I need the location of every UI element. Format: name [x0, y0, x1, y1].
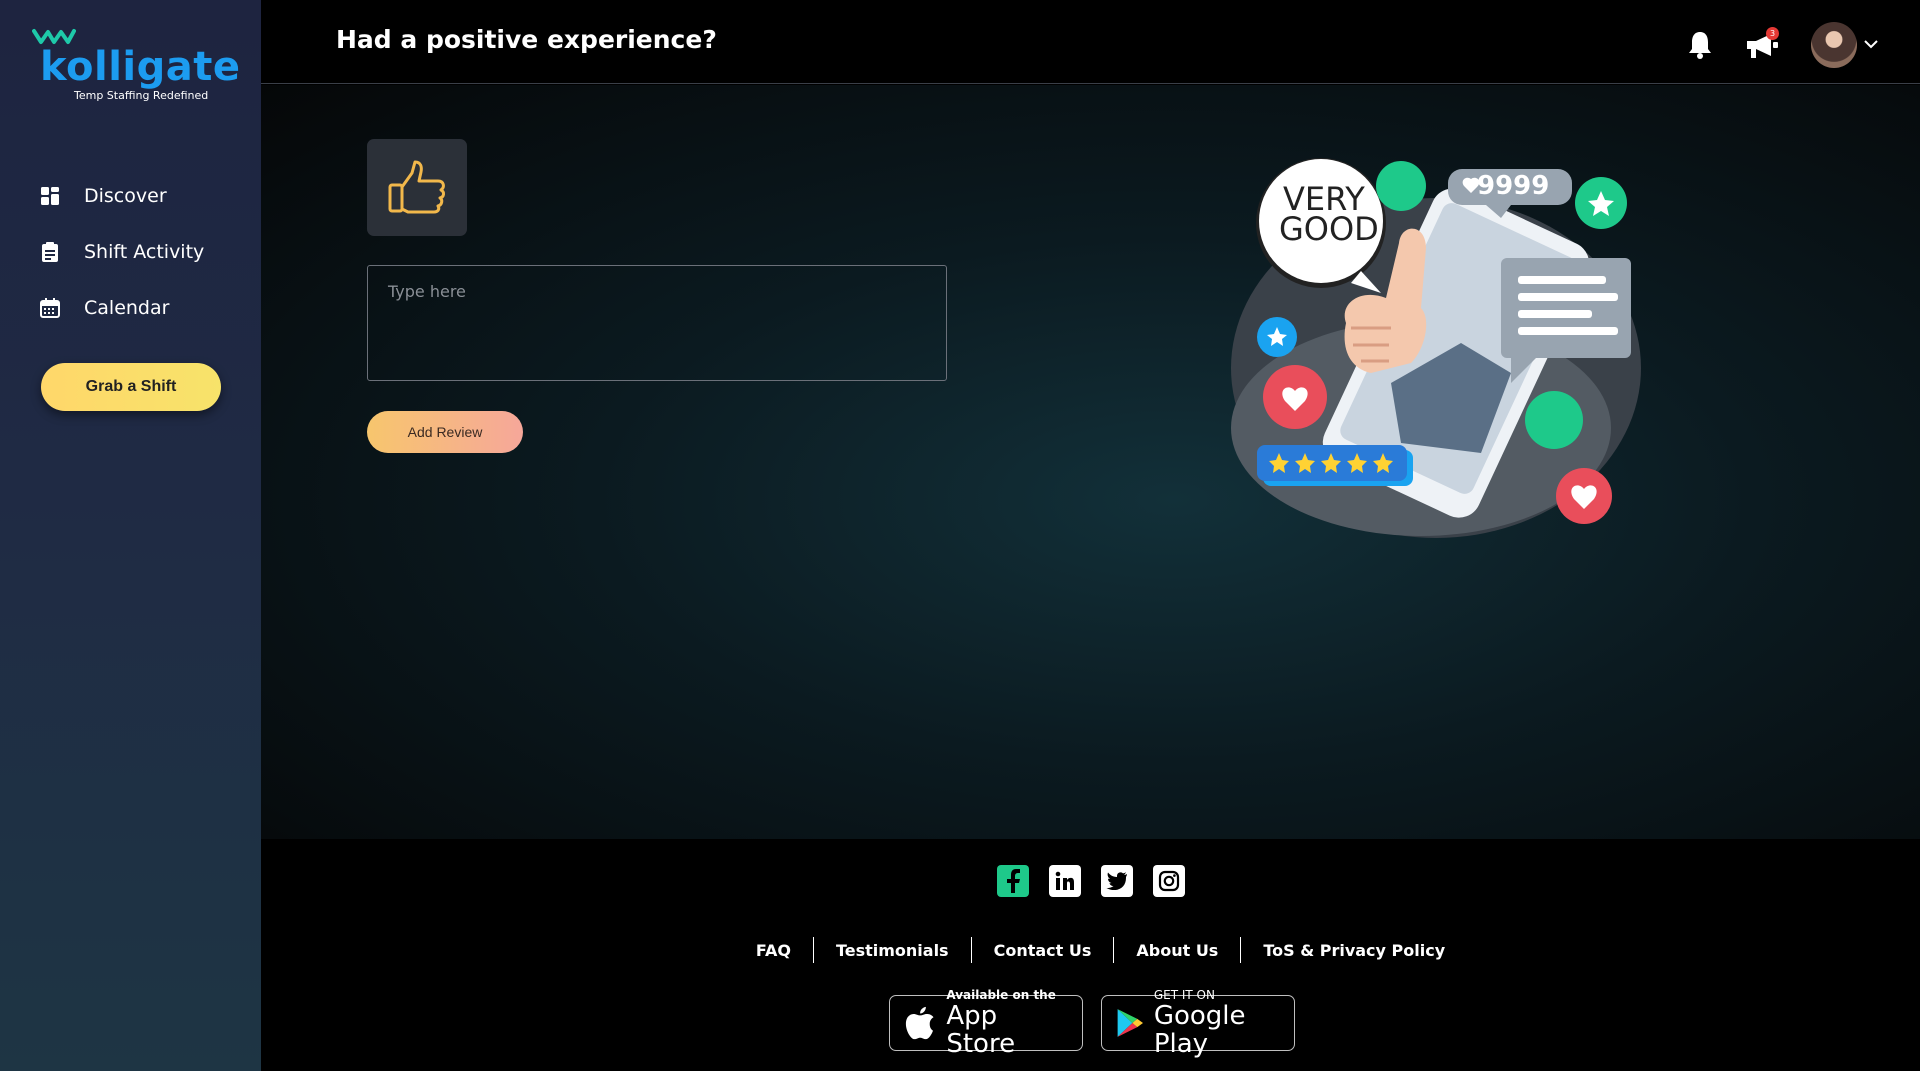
- sidebar-item-label: Calendar: [84, 297, 170, 319]
- review-textarea[interactable]: [367, 265, 947, 381]
- logo-tagline: Temp Staffing Redefined: [74, 89, 209, 102]
- google-play-big-text: Google Play: [1153, 1000, 1246, 1059]
- grab-a-shift-button[interactable]: Grab a Shift: [41, 363, 221, 411]
- app-store-small-text: Available on the: [946, 987, 1056, 1002]
- logo[interactable]: kolligate Temp Staffing Redefined: [30, 26, 240, 106]
- footer: FAQ Testimonials Contact Us About Us ToS…: [261, 839, 1920, 1071]
- thumbs-up-icon: [388, 160, 445, 213]
- facebook-icon[interactable]: [997, 865, 1029, 897]
- calendar-icon: [40, 298, 60, 318]
- bell-icon[interactable]: [1687, 30, 1713, 60]
- apple-icon: [905, 1006, 934, 1040]
- footer-link-tos-privacy[interactable]: ToS & Privacy Policy: [1241, 941, 1467, 960]
- google-play-badge[interactable]: GET IT ON Google Play: [1101, 988, 1295, 1058]
- main-content: Add Review: [261, 85, 1920, 839]
- add-review-button[interactable]: Add Review: [367, 411, 523, 453]
- thumbs-up-tile[interactable]: [367, 139, 467, 236]
- page-title: Had a positive experience?: [336, 25, 717, 54]
- app-store-badge[interactable]: Available on the App Store: [889, 988, 1083, 1058]
- sidebar-item-discover[interactable]: Discover: [0, 168, 261, 224]
- twitter-icon[interactable]: [1101, 865, 1133, 897]
- sidebar-nav: Discover Shift Activity Calendar: [0, 168, 261, 336]
- google-play-small-text: GET IT ON: [1153, 987, 1215, 1002]
- notification-badge: 3: [1766, 27, 1779, 40]
- footer-link-faq[interactable]: FAQ: [734, 941, 813, 960]
- chevron-down-icon[interactable]: [1864, 39, 1878, 49]
- footer-link-about-us[interactable]: About Us: [1114, 941, 1240, 960]
- logo-wordmark: kolligate: [40, 44, 241, 90]
- footer-links: FAQ Testimonials Contact Us About Us ToS…: [261, 937, 1920, 963]
- sidebar: kolligate Temp Staffing Redefined Discov…: [0, 0, 261, 1071]
- social-links: [997, 865, 1185, 897]
- google-play-icon: [1117, 1009, 1144, 1037]
- likes-count: 9999: [1477, 171, 1550, 201]
- avatar[interactable]: [1811, 22, 1857, 68]
- instagram-icon[interactable]: [1153, 865, 1185, 897]
- app-store-big-text: App Store: [946, 1000, 1016, 1059]
- sidebar-item-label: Discover: [84, 185, 167, 207]
- grid-icon: [41, 187, 59, 205]
- review-illustration: VERY GOOD 9999: [1221, 123, 1641, 553]
- sidebar-item-calendar[interactable]: Calendar: [0, 280, 261, 336]
- bubble-text-good: GOOD: [1279, 210, 1379, 248]
- sidebar-item-shift-activity[interactable]: Shift Activity: [0, 224, 261, 280]
- app-store-badges: Available on the App Store GET IT ON Goo…: [889, 988, 1295, 1058]
- sidebar-item-label: Shift Activity: [84, 241, 205, 263]
- linkedin-icon[interactable]: [1049, 865, 1081, 897]
- footer-link-testimonials[interactable]: Testimonials: [814, 941, 971, 960]
- clipboard-icon: [42, 242, 58, 262]
- footer-link-contact-us[interactable]: Contact Us: [972, 941, 1114, 960]
- top-header: Had a positive experience?: [261, 0, 1920, 84]
